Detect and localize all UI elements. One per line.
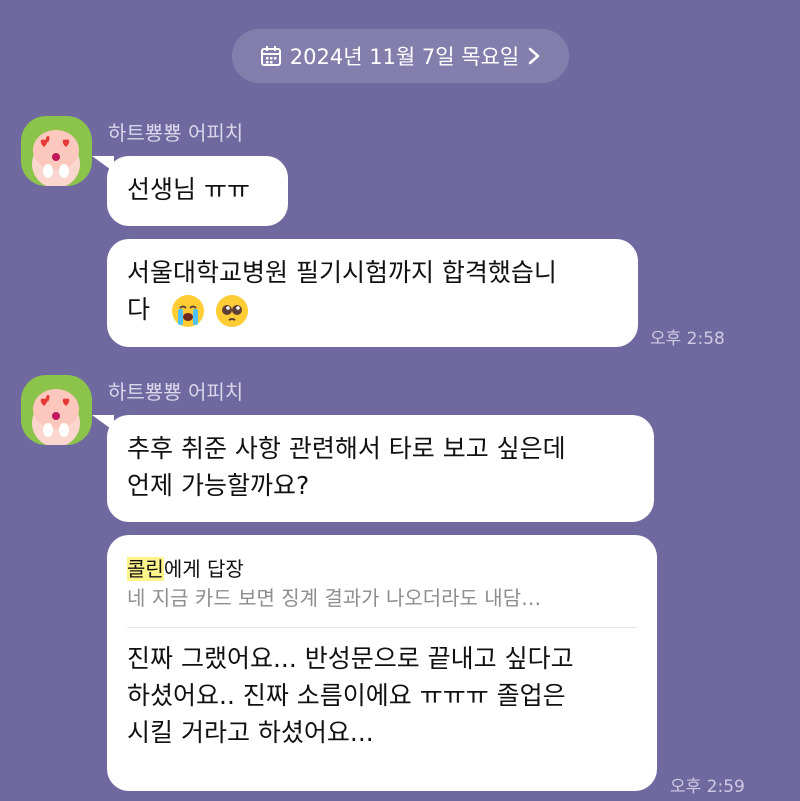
crying-face-emoji [171,295,204,327]
message-text: 시킬 거라고 하셨어요... [127,718,374,747]
message-timestamp: 오후 2:59 [670,777,745,797]
chat-bubble[interactable]: 서울대학교병원 필기시험까지 합격했습니 다 [107,239,638,347]
message-text: 다 [127,295,151,324]
message-text: 추후 취준 사항 관련해서 타로 보고 싶은데 [127,434,566,463]
message-text: 하셨어요.. 진짜 소름이에요 ㅠㅠㅠ 졸업은 [127,681,566,710]
calendar-icon [260,45,282,67]
chat-bubble[interactable]: 추후 취준 사항 관련해서 타로 보고 싶은데 언제 가능할까요? [107,415,654,522]
sender-name: 하트뿅뿅 어피치 [108,380,244,404]
date-divider-button[interactable]: 2024년 11월 7일 목요일 [232,29,569,83]
reply-preview-text[interactable]: 네 지금 카드 보면 징계 결과가 나오더라도 내담… [127,583,637,613]
reply-suffix: 에게 답장 [163,557,244,581]
pleading-face-emoji [215,295,248,327]
message-text: 언제 가능할까요? [127,471,310,500]
reply-header[interactable]: 콜린에게 답장 [127,555,637,583]
apeach-avatar[interactable] [21,375,92,445]
message-text: 선생님 ㅠㅠ [127,175,250,204]
apeach-avatar[interactable] [21,116,92,186]
message-text: 서울대학교병원 필기시험까지 합격했습니 [127,258,557,287]
date-label: 2024년 11월 7일 목요일 [289,45,520,69]
chevron-right-icon [527,46,541,66]
chat-bubble[interactable]: 선생님 ㅠㅠ [107,156,288,226]
sender-name: 하트뿅뿅 어피치 [108,121,244,145]
reply-bubble[interactable]: 콜린에게 답장 네 지금 카드 보면 징계 결과가 나오더라도 내담… 진짜 그… [107,535,657,791]
reply-target-name: 콜린 [127,557,164,581]
reply-divider [127,627,637,628]
message-timestamp: 오후 2:58 [650,329,725,349]
message-text: 진짜 그랬어요... 반성문으로 끝내고 싶다고 [127,644,574,673]
